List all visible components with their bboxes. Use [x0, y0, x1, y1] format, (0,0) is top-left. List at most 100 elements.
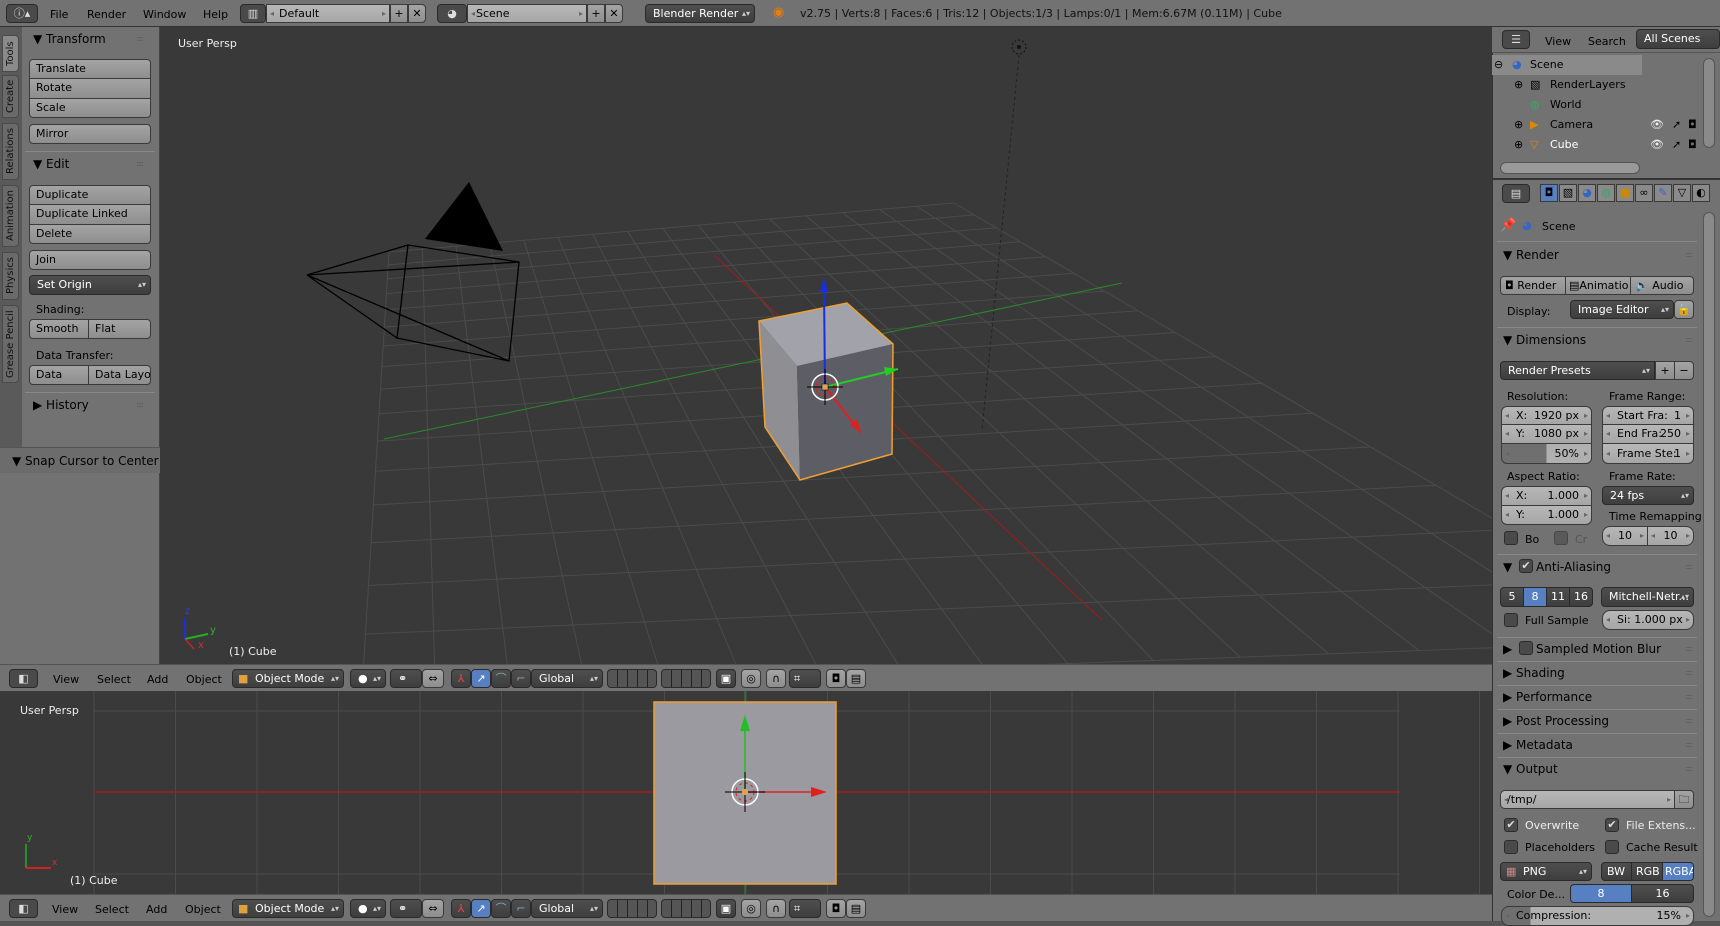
- rotate-button[interactable]: Rotate: [29, 78, 151, 99]
- anti-aliasing-checkbox[interactable]: ✔: [1519, 559, 1533, 573]
- resolution-percentage-slider[interactable]: 50%: [1501, 443, 1592, 464]
- manipulator-toggle[interactable]: ⇔: [422, 669, 444, 688]
- motion-blur-checkbox[interactable]: [1519, 641, 1533, 655]
- viewport-shading-dropdown[interactable]: ● ▴▾: [350, 669, 386, 688]
- render-presets-dropdown[interactable]: Render Presets ▴▾: [1500, 361, 1655, 380]
- render-camera-icon[interactable]: ◘: [1688, 115, 1697, 135]
- editor-type-icon[interactable]: ◧: [9, 669, 38, 688]
- panel-render-header[interactable]: ▼ Render::::: [1503, 248, 1693, 262]
- duplicate-button[interactable]: Duplicate: [29, 185, 151, 205]
- outliner-item-world[interactable]: ◍ World: [1492, 95, 1702, 115]
- layout-field[interactable]: Default: [266, 4, 390, 23]
- scene-tab-icon[interactable]: ◕: [1578, 184, 1596, 202]
- color-depth-8-button[interactable]: 8: [1570, 884, 1632, 903]
- outliner-menu-view[interactable]: View: [1545, 35, 1571, 48]
- properties-scrollbar[interactable]: [1703, 212, 1715, 917]
- start-frame-field[interactable]: Start Fra: 1: [1602, 406, 1694, 425]
- menu-select[interactable]: Select: [95, 903, 129, 916]
- file-format-dropdown[interactable]: ▦ PNG ▴▾: [1500, 862, 1592, 881]
- mode-dropdown[interactable]: ■ Object Mode ▴▾: [232, 899, 344, 918]
- time-remap-old-field[interactable]: 10: [1602, 526, 1648, 546]
- render-animation-icon[interactable]: ▤: [846, 899, 866, 918]
- 3d-viewport[interactable]: [160, 27, 1492, 664]
- lock-interface-icon[interactable]: 🔓: [1674, 300, 1694, 319]
- placeholders-checkbox[interactable]: [1504, 840, 1518, 854]
- translate-button[interactable]: Translate: [29, 59, 151, 79]
- menu-view[interactable]: View: [52, 903, 78, 916]
- menu-file[interactable]: File: [50, 8, 68, 21]
- select-arrow-icon[interactable]: ➚: [1672, 135, 1681, 155]
- translate-manipulator-icon[interactable]: ↗: [471, 899, 491, 918]
- full-sample-checkbox[interactable]: [1504, 613, 1518, 627]
- aa-samples-11-button[interactable]: 11: [1546, 587, 1570, 607]
- data-tab-icon[interactable]: ▽: [1673, 184, 1691, 202]
- viewport-shading-dropdown[interactable]: ● ▴▾: [350, 899, 386, 918]
- constraints-tab-icon[interactable]: ∞: [1635, 184, 1653, 202]
- menu-help[interactable]: Help: [203, 8, 228, 21]
- manipulator-toggle[interactable]: ⇔: [422, 899, 444, 918]
- proportional-edit-icon[interactable]: ◎: [741, 899, 761, 918]
- delete-scene-button[interactable]: ✕: [605, 4, 623, 23]
- menu-window[interactable]: Window: [143, 8, 186, 21]
- panel-anti-aliasing-header[interactable]: ▼ ✔ Anti-Aliasing::::: [1503, 559, 1693, 574]
- set-origin-dropdown[interactable]: Set Origin ▴▾: [29, 275, 151, 295]
- color-rgb-button[interactable]: RGB: [1631, 862, 1663, 881]
- output-path-field[interactable]: /tmp/: [1500, 790, 1675, 809]
- render-layers-tab-icon[interactable]: ▧: [1559, 184, 1577, 202]
- time-remap-new-field[interactable]: 10: [1647, 526, 1694, 546]
- tab-relations[interactable]: Relations: [2, 123, 19, 180]
- render-animation-icon[interactable]: ▤: [846, 669, 866, 688]
- panel-transform-header[interactable]: ▼ Transform::::: [33, 32, 144, 46]
- panel-output-header[interactable]: ▼ Output::::: [1503, 762, 1693, 776]
- cache-result-checkbox[interactable]: [1605, 840, 1619, 854]
- frame-step-field[interactable]: Frame Ste:1: [1602, 443, 1694, 464]
- proportional-edit-icon[interactable]: ◎: [741, 669, 761, 688]
- mirror-button[interactable]: Mirror: [29, 124, 151, 144]
- snap-magnet-icon[interactable]: ∩: [766, 669, 786, 688]
- mode-dropdown[interactable]: ■ Object Mode ▴▾: [232, 669, 344, 688]
- pivot-dropdown[interactable]: ⚭: [390, 899, 422, 918]
- outliner-hscrollbar[interactable]: [1500, 162, 1640, 174]
- material-tab-icon[interactable]: ◐: [1692, 184, 1710, 202]
- color-bw-button[interactable]: BW: [1601, 862, 1632, 881]
- aspect-y-field[interactable]: Y: 1.000: [1501, 505, 1592, 525]
- aa-samples-16-button[interactable]: 16: [1569, 587, 1593, 607]
- render-engine-dropdown[interactable]: Blender Render ▴▾: [645, 4, 755, 23]
- outliner-display-dropdown[interactable]: All Scenes: [1636, 29, 1720, 49]
- resolution-y-field[interactable]: Y: 1080 px: [1501, 424, 1592, 444]
- animation-button[interactable]: ▤Animatio: [1565, 276, 1631, 295]
- remove-preset-button[interactable]: −: [1674, 361, 1694, 380]
- viewport-canvas-bottom[interactable]: [0, 691, 1492, 894]
- outliner-item-renderlayers[interactable]: ⊕ ▧ RenderLayers: [1492, 75, 1702, 95]
- scale-manipulator-icon[interactable]: ⌐: [511, 899, 531, 918]
- menu-add[interactable]: Add: [147, 673, 168, 686]
- snap-element-dropdown[interactable]: ⌗: [789, 669, 821, 688]
- snap-element-dropdown[interactable]: ⌗: [789, 899, 821, 918]
- visibility-eye-icon[interactable]: 👁: [1650, 115, 1664, 135]
- scale-manipulator-icon[interactable]: ⌐: [511, 669, 531, 688]
- outliner-menu-search[interactable]: Search: [1588, 35, 1626, 48]
- lock-camera-icon[interactable]: ▣: [716, 899, 736, 918]
- menu-object[interactable]: Object: [185, 903, 221, 916]
- select-arrow-icon[interactable]: ➚: [1672, 115, 1681, 135]
- add-scene-button[interactable]: +: [587, 4, 605, 23]
- color-depth-16-button[interactable]: 16: [1631, 884, 1694, 903]
- object-tab-icon[interactable]: ■: [1616, 184, 1634, 202]
- transform-manipulator-icon[interactable]: ⅄: [451, 899, 471, 918]
- overwrite-checkbox[interactable]: ✔: [1504, 818, 1518, 832]
- orientation-dropdown[interactable]: Global ▴▾: [531, 669, 603, 688]
- menu-object[interactable]: Object: [186, 673, 222, 686]
- layers-grid-1[interactable]: [607, 669, 657, 688]
- render-camera-icon[interactable]: ◘: [1688, 135, 1697, 155]
- frame-rate-dropdown[interactable]: 24 fps ▴▾: [1602, 486, 1694, 505]
- outliner-item-scene[interactable]: ⊖ ◕ Scene: [1492, 55, 1702, 75]
- aa-filter-dropdown[interactable]: Mitchell-Netr... ▴▾: [1601, 587, 1694, 607]
- join-button[interactable]: Join: [29, 250, 151, 270]
- translate-manipulator-icon[interactable]: ↗: [471, 669, 491, 688]
- menu-select[interactable]: Select: [97, 673, 131, 686]
- render-tab-icon[interactable]: ◘: [1540, 184, 1558, 202]
- render-still-icon[interactable]: ◘: [826, 669, 846, 688]
- panel-edit-header[interactable]: ▼ Edit::::: [33, 157, 144, 171]
- end-frame-field[interactable]: End Fra:250: [1602, 424, 1694, 444]
- tab-grease-pencil[interactable]: Grease Pencil: [2, 305, 19, 383]
